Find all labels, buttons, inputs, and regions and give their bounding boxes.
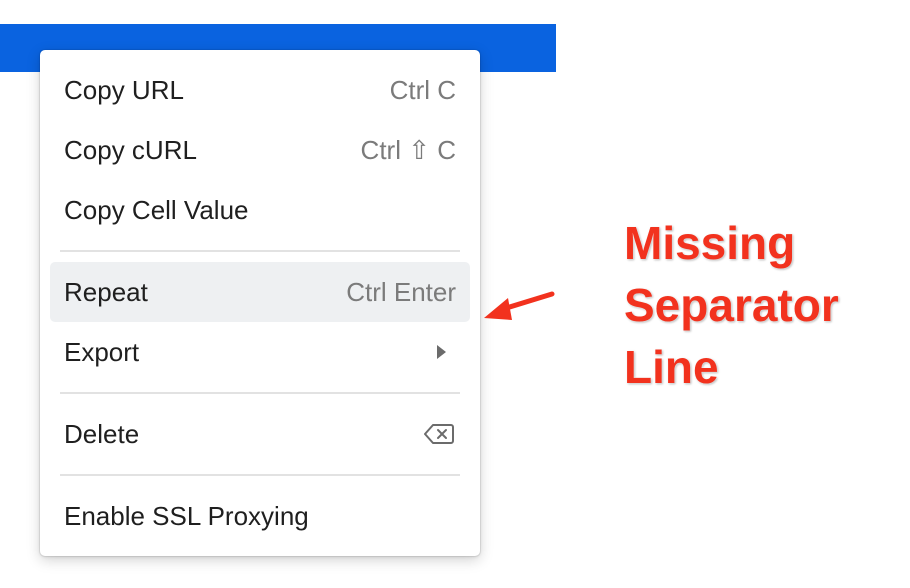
menu-item-label: Copy URL xyxy=(64,75,184,105)
menu-separator xyxy=(60,392,460,394)
menu-item-enable-ssl-proxying[interactable]: Enable SSL Proxying xyxy=(50,486,470,546)
menu-item-shortcut: Ctrl C xyxy=(389,75,456,105)
menu-item-shortcut: Ctrl ⇧ C xyxy=(360,135,456,165)
context-menu: Copy URL Ctrl C Copy cURL Ctrl ⇧ C Copy … xyxy=(40,50,480,556)
menu-item-copy-curl[interactable]: Copy cURL Ctrl ⇧ C xyxy=(50,120,470,180)
menu-item-copy-cell-value[interactable]: Copy Cell Value xyxy=(50,180,470,240)
menu-item-label: Repeat xyxy=(64,277,148,307)
menu-item-export[interactable]: Export xyxy=(50,322,470,382)
annotation-line: Line xyxy=(624,341,719,393)
menu-separator xyxy=(60,474,460,476)
menu-item-label: Copy cURL xyxy=(64,135,197,165)
submenu-arrow-icon xyxy=(437,345,446,359)
annotation-arrow-icon xyxy=(484,291,555,320)
menu-item-delete[interactable]: Delete xyxy=(50,404,470,464)
menu-item-label: Delete xyxy=(64,419,140,449)
annotation-text: Missing Separator Line xyxy=(624,212,904,398)
menu-item-shortcut: Ctrl Enter xyxy=(346,277,456,307)
menu-item-label: Copy Cell Value xyxy=(64,195,249,225)
menu-item-repeat[interactable]: Repeat Ctrl Enter xyxy=(50,262,470,322)
menu-item-label: Export xyxy=(64,337,140,367)
annotation-line: Missing xyxy=(624,217,796,269)
menu-separator xyxy=(60,250,460,252)
menu-item-label: Enable SSL Proxying xyxy=(64,501,309,531)
backspace-icon xyxy=(424,424,454,444)
annotation-line: Separator xyxy=(624,279,839,331)
menu-item-copy-url[interactable]: Copy URL Ctrl C xyxy=(50,60,470,120)
